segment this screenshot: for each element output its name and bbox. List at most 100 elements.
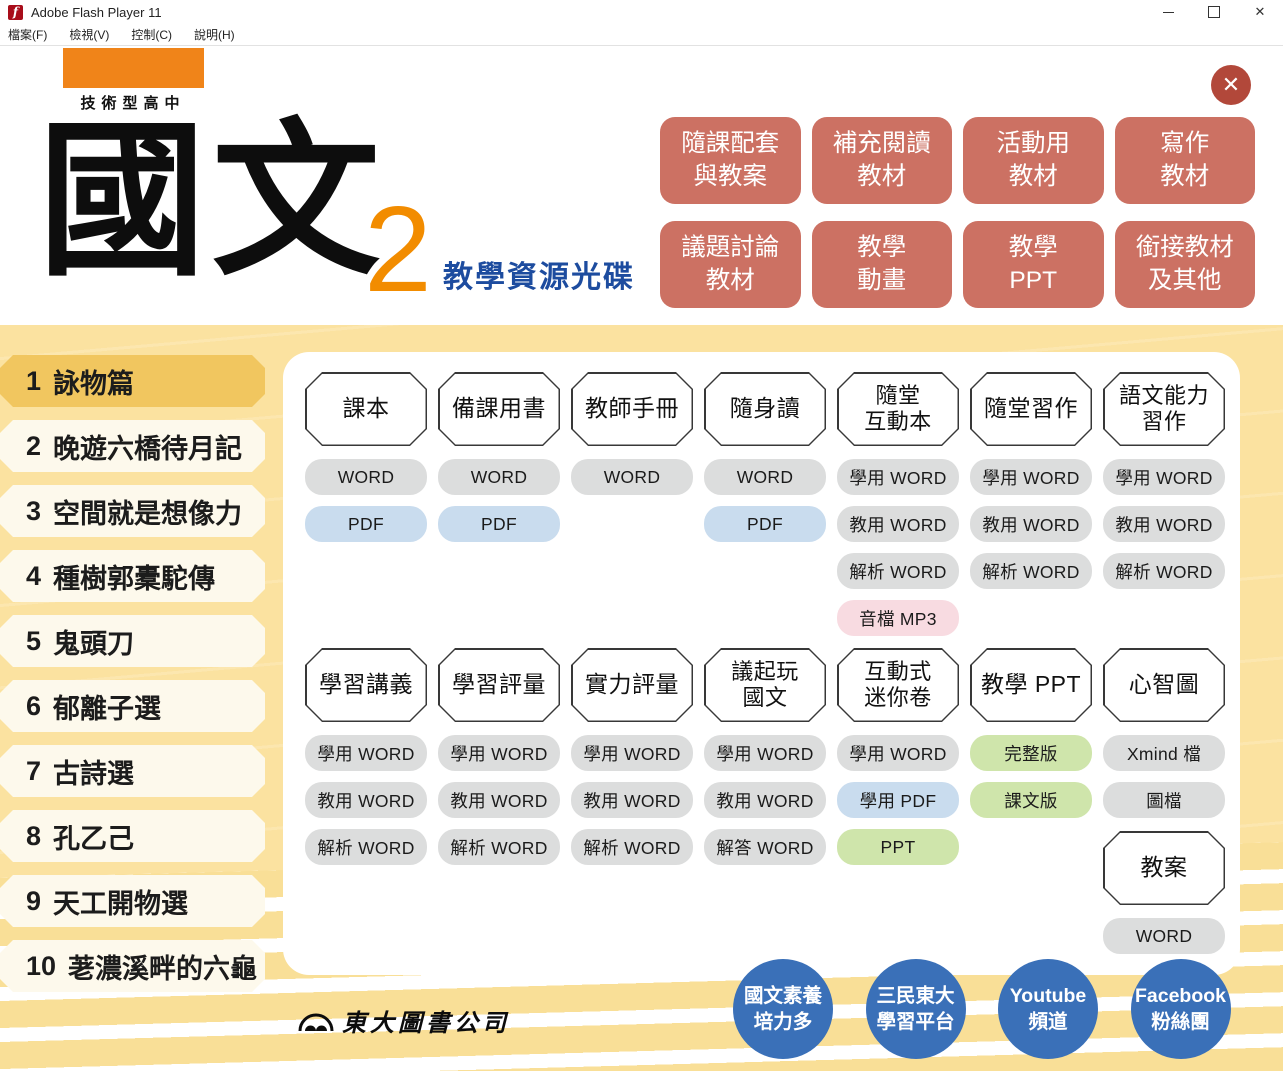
- file-pill-教用 WORD[interactable]: 教用 WORD: [571, 782, 693, 818]
- resource-button-隨堂習作[interactable]: 隨堂習作: [970, 372, 1092, 446]
- category-button-2[interactable]: 活動用教材: [963, 117, 1104, 204]
- file-pill-學用 PDF[interactable]: 學用 PDF: [837, 782, 959, 818]
- resource-button-備課用書[interactable]: 備課用書: [438, 372, 560, 446]
- sidebar-item-lesson-4[interactable]: 4種樹郭橐駝傳: [0, 550, 265, 602]
- file-pill-學用 WORD[interactable]: 學用 WORD: [837, 459, 959, 495]
- sidebar-item-lesson-2[interactable]: 2晚遊六橋待月記: [0, 420, 265, 472]
- file-pill-完整版[interactable]: 完整版: [970, 735, 1092, 771]
- sidebar-item-lesson-9[interactable]: 9天工開物選: [0, 875, 265, 927]
- menu-item-3[interactable]: 說明(H): [194, 26, 235, 43]
- file-pill-WORD[interactable]: WORD: [438, 459, 560, 495]
- menu-item-0[interactable]: 檔案(F): [8, 26, 47, 43]
- resource-button-label: 互動式迷你卷: [837, 648, 959, 722]
- category-button-7[interactable]: 銜接教材及其他: [1115, 221, 1256, 308]
- file-pill-學用 WORD[interactable]: 學用 WORD: [970, 459, 1092, 495]
- lesson-number: 7: [26, 756, 41, 787]
- file-pill-Xmind 檔[interactable]: Xmind 檔: [1103, 735, 1225, 771]
- file-pill-解答 WORD[interactable]: 解答 WORD: [704, 829, 826, 865]
- category-button-6[interactable]: 教學PPT: [963, 221, 1104, 308]
- file-pill-PDF[interactable]: PDF: [305, 506, 427, 542]
- menu-item-2[interactable]: 控制(C): [131, 26, 172, 43]
- category-button-5[interactable]: 教學動畫: [812, 221, 953, 308]
- sidebar-item-lesson-6[interactable]: 6郁離子選: [0, 680, 265, 732]
- file-pill-解析 WORD[interactable]: 解析 WORD: [1103, 553, 1225, 589]
- resource-button-教師手冊[interactable]: 教師手冊: [571, 372, 693, 446]
- resource-button-學習講義[interactable]: 學習講義: [305, 648, 427, 722]
- sidebar-item-lesson-10[interactable]: 10荖濃溪畔的六龜: [0, 940, 265, 992]
- file-pill-WORD[interactable]: WORD: [1103, 918, 1225, 954]
- dongda-arch-icon: [298, 1008, 334, 1034]
- file-pill-學用 WORD[interactable]: 學用 WORD: [837, 735, 959, 771]
- category-buttons: 隨課配套與教案補充閱讀教材活動用教材寫作教材議題討論教材教學動畫教學PPT銜接教…: [660, 117, 1255, 308]
- file-pill-教用 WORD[interactable]: 教用 WORD: [305, 782, 427, 818]
- sidebar-item-lesson-7[interactable]: 7古詩選: [0, 745, 265, 797]
- file-pill-解析 WORD[interactable]: 解析 WORD: [438, 829, 560, 865]
- resource-button-互動式迷你卷[interactable]: 互動式迷你卷: [837, 648, 959, 722]
- category-button-1[interactable]: 補充閱讀教材: [812, 117, 953, 204]
- resource-button-label: 備課用書: [438, 372, 560, 446]
- category-button-3[interactable]: 寫作教材: [1115, 117, 1256, 204]
- resource-button-隨身讀[interactable]: 隨身讀: [704, 372, 826, 446]
- minimize-icon[interactable]: [1145, 0, 1191, 24]
- lesson-title: 荖濃溪畔的六龜: [68, 947, 257, 986]
- resource-column-實力評量: 實力評量學用 WORD 教用 WORD 解析 WORD: [571, 648, 693, 954]
- close-icon[interactable]: ✕: [1237, 0, 1283, 24]
- file-pill-WORD[interactable]: WORD: [571, 459, 693, 495]
- link-circle-line: 學習平台: [876, 1009, 954, 1035]
- file-pill-PDF[interactable]: PDF: [438, 506, 560, 542]
- resource-button-教案[interactable]: 教案: [1103, 831, 1225, 905]
- file-pill-課文版[interactable]: 課文版: [970, 782, 1092, 818]
- resource-button-議起玩國文[interactable]: 議起玩國文: [704, 648, 826, 722]
- file-pill-學用 WORD[interactable]: 學用 WORD: [305, 735, 427, 771]
- resource-button-隨堂互動本[interactable]: 隨堂互動本: [837, 372, 959, 446]
- link-circle-Facebook粉絲團[interactable]: Facebook粉絲團: [1131, 959, 1231, 1059]
- resource-button-學習評量[interactable]: 學習評量: [438, 648, 560, 722]
- sidebar-item-lesson-3[interactable]: 3空間就是想像力: [0, 485, 265, 537]
- resource-button-心智圖[interactable]: 心智圖: [1103, 648, 1225, 722]
- file-pill-PPT[interactable]: PPT: [837, 829, 959, 865]
- category-button-0[interactable]: 隨課配套與教案: [660, 117, 801, 204]
- resource-button-實力評量[interactable]: 實力評量: [571, 648, 693, 722]
- file-pill-學用 WORD[interactable]: 學用 WORD: [571, 735, 693, 771]
- sidebar-item-lesson-8[interactable]: 8孔乙己: [0, 810, 265, 862]
- file-pill-教用 WORD[interactable]: 教用 WORD: [1103, 506, 1225, 542]
- file-pill-學用 WORD[interactable]: 學用 WORD: [438, 735, 560, 771]
- resource-button-課本[interactable]: 課本: [305, 372, 427, 446]
- menu-item-1[interactable]: 檢視(V): [69, 26, 109, 43]
- resource-button-line: 教師手冊: [585, 395, 679, 422]
- file-pill-解析 WORD[interactable]: 解析 WORD: [970, 553, 1092, 589]
- file-pill-教用 WORD[interactable]: 教用 WORD: [837, 506, 959, 542]
- link-circle-Youtube頻道[interactable]: Youtube頻道: [998, 959, 1098, 1059]
- file-pill-教用 WORD[interactable]: 教用 WORD: [970, 506, 1092, 542]
- file-pill-學用 WORD[interactable]: 學用 WORD: [1103, 459, 1225, 495]
- category-button-label: 寫作: [1160, 128, 1209, 160]
- resource-button-label: 學習講義: [305, 648, 427, 722]
- file-pill-學用 WORD[interactable]: 學用 WORD: [704, 735, 826, 771]
- resource-button-label: 課本: [305, 372, 427, 446]
- maximize-icon[interactable]: [1191, 0, 1237, 24]
- file-pill-解析 WORD[interactable]: 解析 WORD: [305, 829, 427, 865]
- link-circle-國文素養培力多[interactable]: 國文素養培力多: [733, 959, 833, 1059]
- exit-button[interactable]: ✕: [1211, 65, 1251, 105]
- sidebar-item-lesson-1[interactable]: 1詠物篇: [0, 355, 265, 407]
- file-pill-教用 WORD[interactable]: 教用 WORD: [704, 782, 826, 818]
- category-button-label: 教材: [1160, 161, 1209, 193]
- resource-button-語文能力習作[interactable]: 語文能力習作: [1103, 372, 1225, 446]
- resource-button-line: 互動本: [864, 409, 932, 435]
- resource-button-教學 PPT[interactable]: 教學 PPT: [970, 648, 1092, 722]
- lesson-title: 孔乙己: [53, 817, 134, 856]
- file-pill-圖檔[interactable]: 圖檔: [1103, 782, 1225, 818]
- file-pill-WORD[interactable]: WORD: [704, 459, 826, 495]
- file-pill-教用 WORD[interactable]: 教用 WORD: [438, 782, 560, 818]
- file-pill-WORD[interactable]: WORD: [305, 459, 427, 495]
- link-circle-三民東大學習平台[interactable]: 三民東大學習平台: [866, 959, 966, 1059]
- lesson-title: 鬼頭刀: [53, 622, 134, 661]
- resource-column-互動式迷你卷: 互動式迷你卷學用 WORD 學用 PDF PPT: [837, 648, 959, 954]
- sidebar-item-lesson-5[interactable]: 5鬼頭刀: [0, 615, 265, 667]
- file-pill-音檔 MP3[interactable]: 音檔 MP3: [837, 600, 959, 636]
- file-pill-解析 WORD[interactable]: 解析 WORD: [571, 829, 693, 865]
- resource-button-line: 語文能力: [1119, 383, 1209, 409]
- file-pill-PDF[interactable]: PDF: [704, 506, 826, 542]
- file-pill-解析 WORD[interactable]: 解析 WORD: [837, 553, 959, 589]
- category-button-4[interactable]: 議題討論教材: [660, 221, 801, 308]
